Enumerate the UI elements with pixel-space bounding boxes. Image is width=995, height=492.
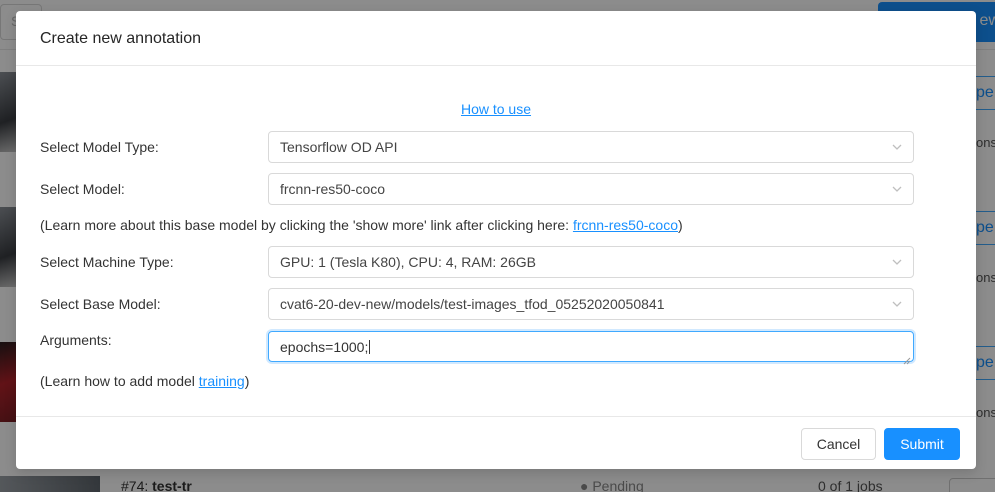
model-type-value: Tensorflow OD API — [280, 139, 398, 155]
training-info-prefix: (Learn how to add model — [40, 373, 199, 389]
modal-title: Create new annotation — [40, 30, 201, 47]
arguments-value: epochs=1000; — [280, 339, 369, 355]
base-model-select[interactable]: cvat6-20-dev-new/models/test-images_tfod… — [268, 288, 914, 320]
how-to-use-link[interactable]: How to use — [461, 101, 531, 117]
create-annotation-modal: Create new annotation How to use Select … — [16, 11, 976, 469]
model-info-suffix: ) — [677, 217, 683, 233]
chevron-down-icon — [892, 142, 902, 152]
training-link[interactable]: training — [199, 373, 245, 389]
modal-header: Create new annotation — [16, 11, 976, 66]
resize-handle-icon[interactable] — [903, 351, 911, 365]
model-label: Select Model: — [40, 181, 125, 197]
machine-type-label: Select Machine Type: — [40, 254, 174, 270]
model-select[interactable]: frcnn-res50-coco — [268, 173, 914, 205]
model-info-prefix: (Learn more about this base model by cli… — [40, 217, 573, 233]
arguments-label: Arguments: — [40, 332, 112, 348]
chevron-down-icon — [892, 184, 902, 194]
machine-type-select[interactable]: GPU: 1 (Tesla K80), CPU: 4, RAM: 26GB — [268, 246, 914, 278]
text-caret — [369, 340, 371, 354]
model-value: frcnn-res50-coco — [280, 181, 386, 197]
model-type-select[interactable]: Tensorflow OD API — [268, 131, 914, 163]
base-model-value: cvat6-20-dev-new/models/test-images_tfod… — [280, 296, 665, 312]
arguments-textarea[interactable]: epochs=1000; — [268, 331, 914, 365]
model-info-link[interactable]: frcnn-res50-coco — [573, 217, 678, 233]
modal-footer: Cancel Submit — [16, 416, 976, 469]
base-model-label: Select Base Model: — [40, 296, 161, 312]
chevron-down-icon — [892, 299, 902, 309]
submit-button[interactable]: Submit — [884, 428, 960, 460]
chevron-down-icon — [892, 257, 902, 267]
modal-body: How to use Select Model Type: Tensorflow… — [16, 66, 976, 416]
training-info-suffix: ) — [244, 373, 250, 389]
how-to-use-row: How to use — [16, 101, 976, 117]
cancel-button[interactable]: Cancel — [801, 428, 876, 460]
machine-type-value: GPU: 1 (Tesla K80), CPU: 4, RAM: 26GB — [280, 254, 536, 270]
model-info-text: (Learn more about this base model by cli… — [40, 217, 683, 233]
training-info-text: (Learn how to add model training) — [40, 373, 249, 389]
model-type-label: Select Model Type: — [40, 139, 159, 155]
